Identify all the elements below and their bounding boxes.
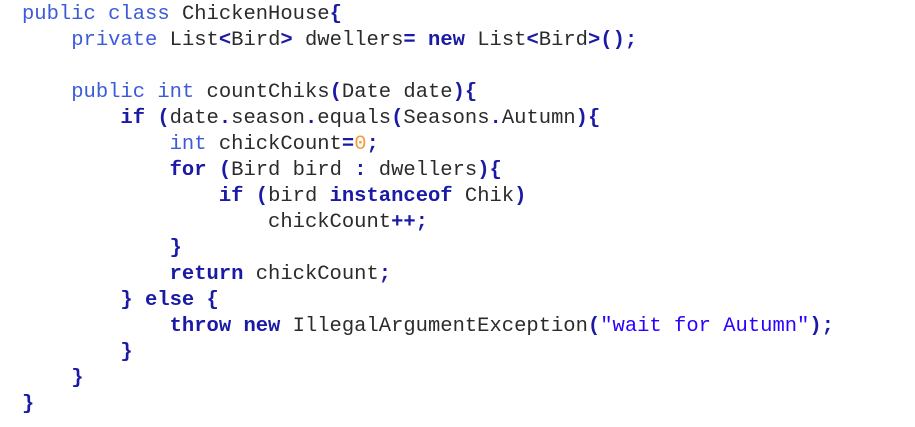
code-token: bird bbox=[268, 185, 330, 208]
code-token: new bbox=[243, 315, 293, 338]
code-line: int chickCount=0; bbox=[22, 132, 379, 158]
code-token: Autumn bbox=[501, 107, 576, 130]
code-token: return bbox=[169, 263, 256, 286]
code-token: . bbox=[489, 107, 502, 130]
code-token: new bbox=[428, 29, 478, 52]
code-token: if bbox=[120, 107, 158, 130]
code-token: public class bbox=[22, 3, 182, 26]
code-token: chickCount bbox=[218, 133, 342, 156]
code-token: . bbox=[304, 107, 318, 130]
code-token: countChiks bbox=[206, 81, 330, 104]
code-token: >(); bbox=[588, 29, 638, 52]
code-token: Bird bird bbox=[231, 159, 355, 182]
code-token: season bbox=[231, 107, 305, 130]
code-token: } bbox=[120, 289, 146, 312]
code-token: else bbox=[145, 289, 207, 312]
code-token: = bbox=[403, 29, 429, 52]
code-token: if bbox=[218, 185, 256, 208]
code-token: int bbox=[169, 133, 219, 156]
code-line: } bbox=[22, 340, 133, 366]
code-token: Seasons bbox=[403, 107, 490, 130]
code-token: ); bbox=[809, 315, 834, 338]
code-token: { bbox=[206, 289, 219, 312]
code-token: } bbox=[22, 393, 35, 416]
code-line: if (bird instanceof Chik) bbox=[22, 184, 527, 210]
code-token: dwellers bbox=[305, 29, 404, 52]
code-token: chickCount bbox=[268, 211, 392, 234]
code-token: ChickenHouse bbox=[181, 3, 330, 26]
code-token: ) bbox=[514, 185, 527, 208]
code-token: ( bbox=[157, 107, 170, 130]
code-line: } bbox=[22, 366, 84, 392]
code-line: chickCount++; bbox=[22, 210, 428, 236]
code-token: "wait for Autumn" bbox=[600, 315, 810, 338]
code-token: { bbox=[329, 3, 342, 26]
code-token: ++; bbox=[391, 211, 428, 234]
code-token: ; bbox=[366, 133, 379, 156]
code-token: > bbox=[280, 29, 305, 52]
code-token: Chik bbox=[464, 185, 515, 208]
code-token: = bbox=[341, 133, 355, 156]
code-token: ){ bbox=[477, 159, 502, 182]
code-line: throw new IllegalArgumentException("wait… bbox=[22, 314, 834, 340]
code-token: } bbox=[120, 341, 133, 364]
code-token: List bbox=[169, 29, 219, 52]
code-token: dwellers bbox=[378, 159, 478, 182]
code-line: for (Bird bird : dwellers){ bbox=[22, 158, 502, 184]
code-token: Date date bbox=[341, 81, 453, 104]
code-token: < bbox=[218, 29, 232, 52]
code-token: instanceof bbox=[329, 185, 465, 208]
code-token: Bird bbox=[231, 29, 281, 52]
code-token: List bbox=[477, 29, 527, 52]
code-token: 0 bbox=[354, 133, 367, 156]
code-token: ( bbox=[329, 81, 342, 104]
code-token: . bbox=[218, 107, 232, 130]
code-token: ( bbox=[255, 185, 269, 208]
code-token: chickCount bbox=[255, 263, 379, 286]
code-token: < bbox=[526, 29, 539, 52]
code-line: if (date.season.equals(Seasons.Autumn){ bbox=[22, 106, 600, 132]
code-token: ( bbox=[587, 315, 601, 338]
code-line: public class ChickenHouse{ bbox=[22, 2, 342, 28]
code-line: private List<Bird> dwellers= new List<Bi… bbox=[22, 28, 637, 54]
code-token: for bbox=[169, 159, 219, 182]
code-line: } bbox=[22, 236, 182, 262]
code-token: throw bbox=[169, 315, 244, 338]
code-token: : bbox=[354, 159, 379, 182]
code-line: } bbox=[22, 392, 34, 418]
code-token: ( bbox=[218, 159, 232, 182]
code-token: ; bbox=[378, 263, 392, 286]
code-token: Bird bbox=[538, 29, 588, 52]
code-token: } bbox=[71, 367, 84, 390]
code-token: date bbox=[169, 107, 219, 130]
code-line: } else { bbox=[22, 288, 219, 314]
code-line: public int countChiks(Date date){ bbox=[22, 80, 477, 106]
code-token: private bbox=[71, 29, 170, 52]
code-token: ( bbox=[391, 107, 404, 130]
code-token: ){ bbox=[575, 107, 601, 130]
code-token: } bbox=[169, 237, 182, 260]
code-token: equals bbox=[317, 107, 392, 130]
code-editor: public class ChickenHouse{ private List<… bbox=[0, 0, 915, 427]
code-line: return chickCount; bbox=[22, 262, 391, 288]
code-token: ){ bbox=[452, 81, 478, 104]
code-token: IllegalArgumentException bbox=[292, 315, 588, 338]
code-token: public int bbox=[71, 81, 207, 104]
